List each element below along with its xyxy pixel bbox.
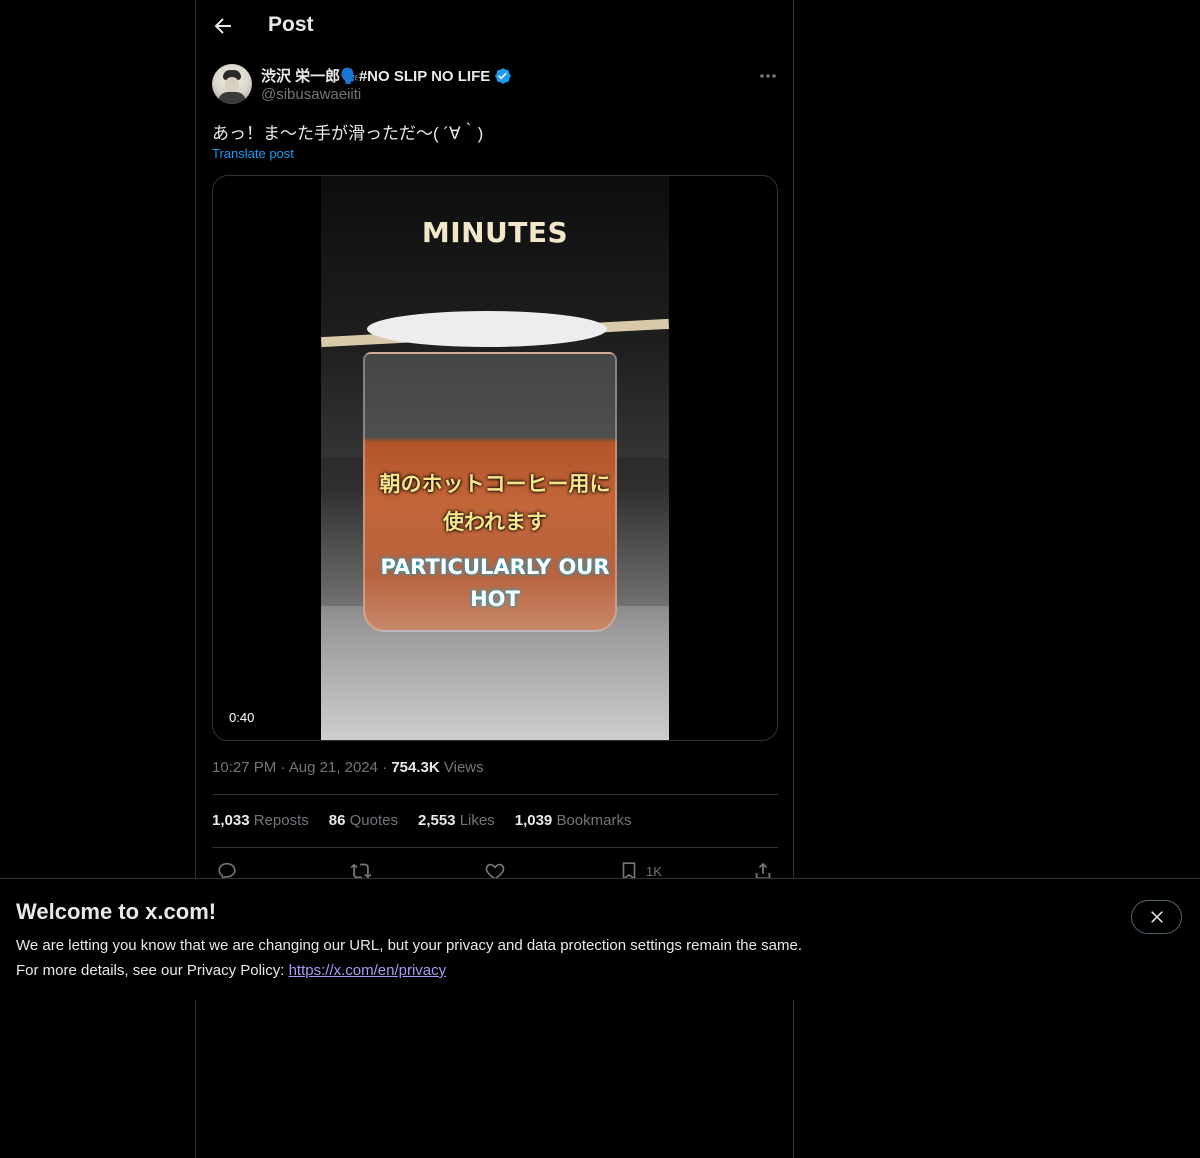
avatar-robe [218,92,246,104]
english-subtitle-line-1: PARTICULARLY OUR [380,555,610,579]
banner-privacy-prefix: For more details, see our Privacy Policy… [16,962,289,979]
paper-cup-rim [367,311,607,347]
more-dots-icon [760,74,776,78]
video-frame: MINUTES 朝のホットコーヒー用に 使われます PARTICULARLY O… [321,176,669,740]
reposts-label: Reposts [253,812,309,829]
more-options-button[interactable] [756,66,780,86]
post-text: あっ！ま〜た手が滑っただ〜( ´∀｀) [212,124,484,143]
video-overlay-title: MINUTES [421,216,569,249]
author-name-row: 渋沢 栄一郎🗣️#NO SLIP NO LIFE [261,65,512,86]
reposts-count: 1,033 [212,812,250,829]
english-subtitle: PARTICULARLY OUR HOT [321,551,669,615]
japanese-subtitle-line-1: 朝のホットコーヒー用に [379,473,611,496]
post-meta: 10:27 PM · Aug 21, 2024 · 754.3K Views [212,759,484,776]
close-banner-button[interactable] [1131,900,1182,934]
verified-badge-icon [495,67,511,84]
english-subtitle-line-2: HOT [470,587,520,611]
bookmarks-count: 1,039 [514,812,553,829]
close-icon [1150,911,1163,923]
japanese-subtitle-line-2: 使われます [443,511,547,534]
back-button[interactable] [211,14,235,38]
post-date[interactable]: Aug 21, 2024 [289,759,378,776]
page-title: Post [268,13,314,36]
bookmarks-label: Bookmarks [556,812,632,829]
engagement-stats: 1,033 Reposts 86 Quotes 2,553 Likes 1,03… [212,812,631,829]
welcome-banner: Welcome to x.com! We are letting you kno… [0,878,1200,1000]
video-duration: 0:40 [229,710,255,725]
quotes-stat[interactable]: 86 Quotes [329,812,398,829]
likes-count: 2,553 [417,812,456,829]
japanese-subtitle: 朝のホットコーヒー用に 使われます [321,466,669,542]
bookmarks-stat[interactable]: 1,039 Bookmarks [515,812,632,829]
banner-title: Welcome to x.com! [16,899,217,924]
views-label: Views [443,759,484,776]
top-bar: Post [196,0,793,54]
back-arrow-icon [214,18,231,34]
divider [212,847,778,848]
author-display-name[interactable]: 渋沢 栄一郎🗣️#NO SLIP NO LIFE [261,65,490,86]
video-player[interactable]: MINUTES 朝のホットコーヒー用に 使われます PARTICULARLY O… [212,175,778,741]
reposts-stat[interactable]: 1,033 Reposts [212,812,309,829]
post-time[interactable]: 10:27 PM [212,759,276,776]
meta-separator: · [280,759,289,776]
avatar-face [225,77,239,93]
bookmark-count: 1K [646,863,662,879]
banner-message: We are letting you know that we are chan… [16,937,802,954]
translate-post-link[interactable]: Translate post [212,146,294,161]
divider [212,794,778,795]
views-count: 754.3K [391,759,440,776]
privacy-policy-link[interactable]: https://x.com/en/privacy [289,962,447,979]
likes-stat[interactable]: 2,553 Likes [418,812,495,829]
banner-privacy-line: For more details, see our Privacy Policy… [16,962,446,979]
quotes-label: Quotes [349,812,398,829]
quotes-count: 86 [328,812,346,829]
meta-separator: · [382,759,392,776]
avatar[interactable] [212,64,252,104]
likes-label: Likes [459,812,495,829]
author-handle[interactable]: @sibusawaeiiti [261,86,361,103]
